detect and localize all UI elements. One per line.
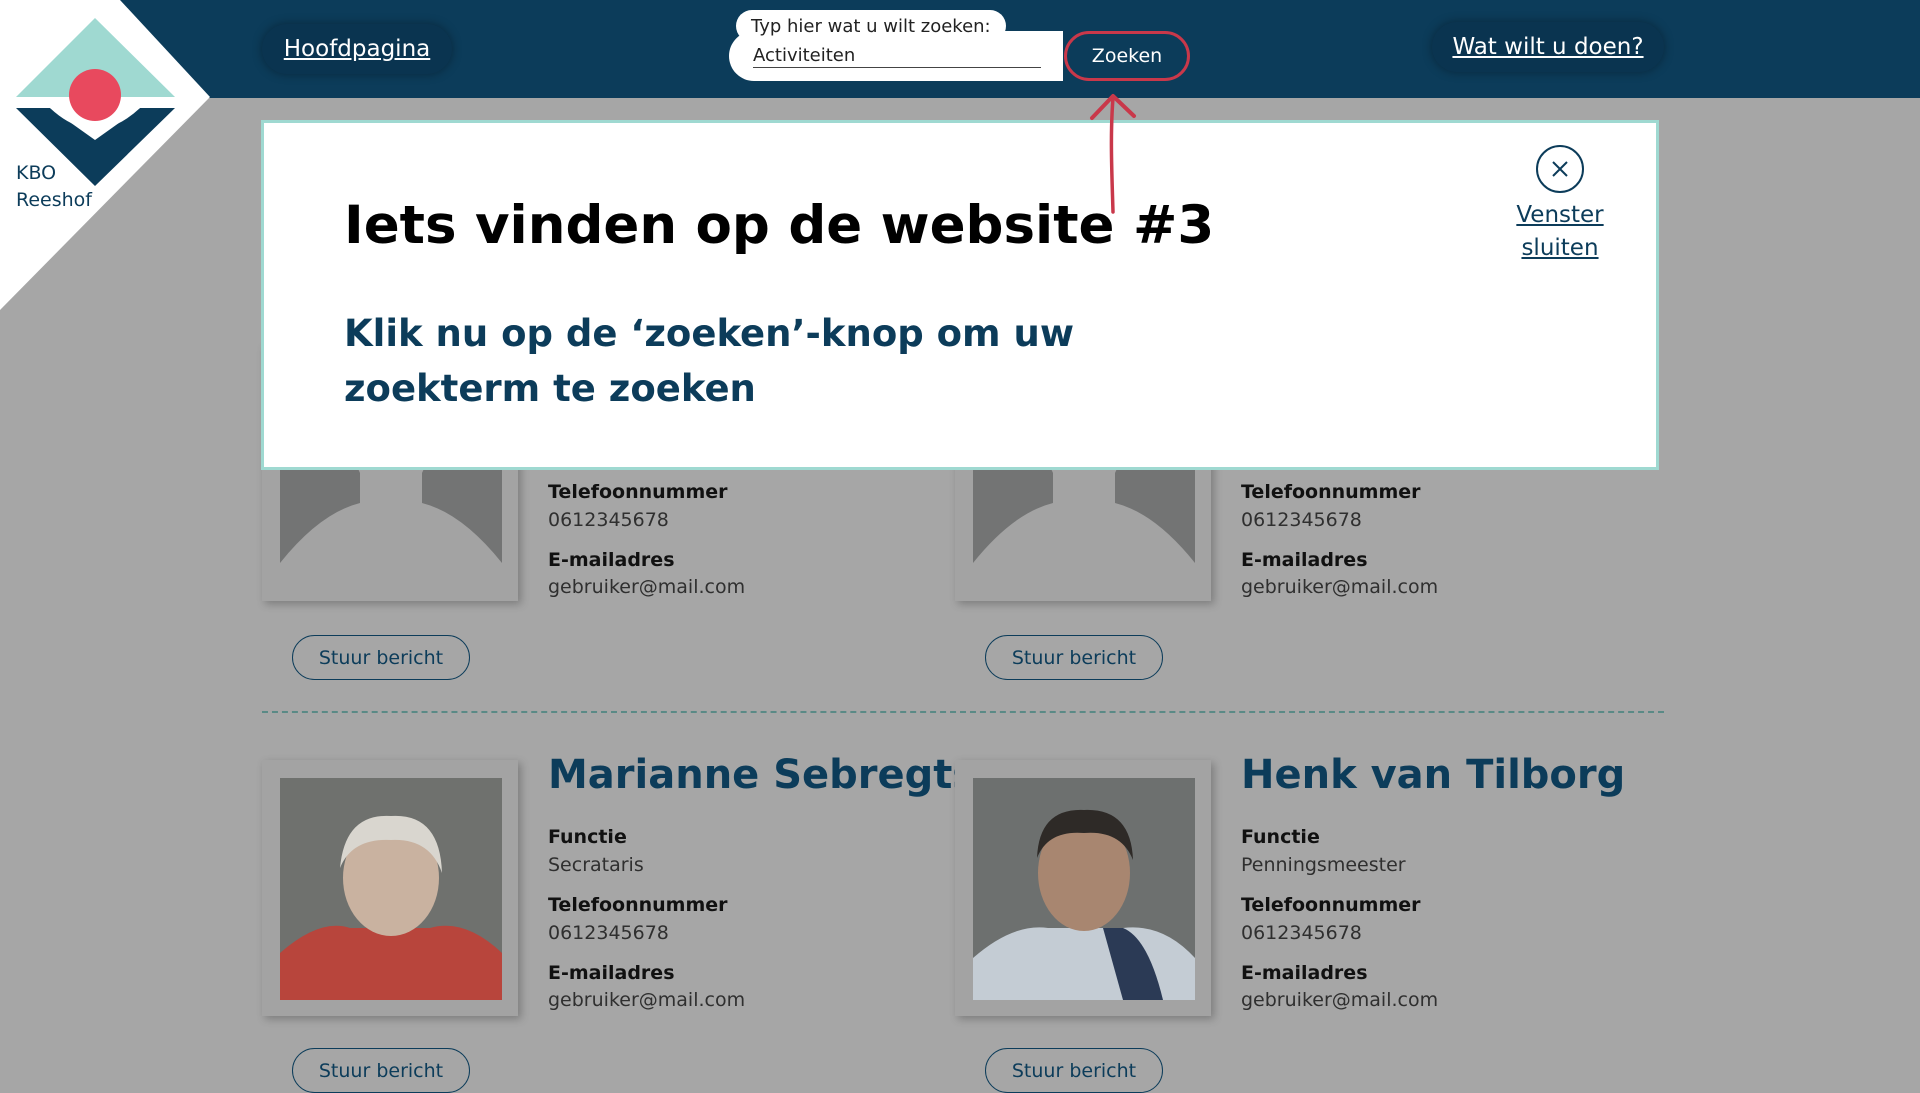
close-dialog-button[interactable]: Venster sluiten xyxy=(1510,145,1610,265)
search-label: Typ hier wat u wilt zoeken: xyxy=(736,10,1006,42)
phone-label: Telefoonnummer xyxy=(548,481,728,503)
section-divider xyxy=(262,711,1664,713)
photo-frame xyxy=(262,760,518,1016)
member-card: Marianne Sebregts Functie Secrataris Tel… xyxy=(262,752,976,1020)
email-label: E-mailadres xyxy=(1241,549,1368,571)
email-label: E-mailadres xyxy=(548,549,675,571)
member-photo xyxy=(280,778,502,1000)
send-message-button[interactable]: Stuur bericht xyxy=(985,1048,1163,1093)
email-value: gebruiker@mail.com xyxy=(1241,989,1439,1011)
member-photo xyxy=(973,778,1195,1000)
phone-label: Telefoonnummer xyxy=(1241,894,1421,916)
pointer-arrow-icon xyxy=(1090,94,1136,214)
dialog-instruction: Klik nu op de ‘zoeken’-knop om uw zoekte… xyxy=(344,312,1075,410)
phone-value: 0612345678 xyxy=(1241,509,1362,531)
phone-value: 0612345678 xyxy=(548,509,669,531)
member-name: Marianne Sebregts xyxy=(548,752,977,798)
member-name: Henk van Tilborg xyxy=(1241,752,1626,798)
close-icon xyxy=(1536,145,1584,193)
email-value: gebruiker@mail.com xyxy=(1241,576,1439,598)
search-input-value: Activiteiten xyxy=(753,45,1041,68)
function-value: Secrataris xyxy=(548,854,644,876)
email-value: gebruiker@mail.com xyxy=(548,989,746,1011)
send-message-button[interactable]: Stuur bericht xyxy=(292,1048,470,1093)
search-button[interactable]: Zoeken xyxy=(1064,31,1190,81)
phone-label: Telefoonnummer xyxy=(548,894,728,916)
email-label: E-mailadres xyxy=(1241,962,1368,984)
tutorial-dialog: Iets vinden op de website #3 Klik nu op … xyxy=(261,120,1659,470)
email-value: gebruiker@mail.com xyxy=(548,576,746,598)
phone-label: Telefoonnummer xyxy=(1241,481,1421,503)
logo-text: KBO Reeshof xyxy=(16,162,92,211)
home-link[interactable]: Hoofdpagina xyxy=(262,24,452,74)
phone-value: 0612345678 xyxy=(1241,922,1362,944)
function-label: Functie xyxy=(548,826,627,848)
close-dialog-label: Venster sluiten xyxy=(1516,202,1604,261)
function-label: Functie xyxy=(1241,826,1320,848)
photo-frame xyxy=(955,760,1211,1016)
logo-graphic xyxy=(0,0,210,310)
site-header: Hoofdpagina Wat wilt u doen? Typ hier wa… xyxy=(0,0,1920,98)
what-do-you-want-link[interactable]: Wat wilt u doen? xyxy=(1432,22,1664,72)
email-label: E-mailadres xyxy=(548,962,675,984)
send-message-button[interactable]: Stuur bericht xyxy=(985,635,1163,680)
function-value: Penningsmeester xyxy=(1241,854,1406,876)
phone-value: 0612345678 xyxy=(548,922,669,944)
member-card: Henk van Tilborg Functie Penningsmeester… xyxy=(955,752,1635,1020)
send-message-button[interactable]: Stuur bericht xyxy=(292,635,470,680)
